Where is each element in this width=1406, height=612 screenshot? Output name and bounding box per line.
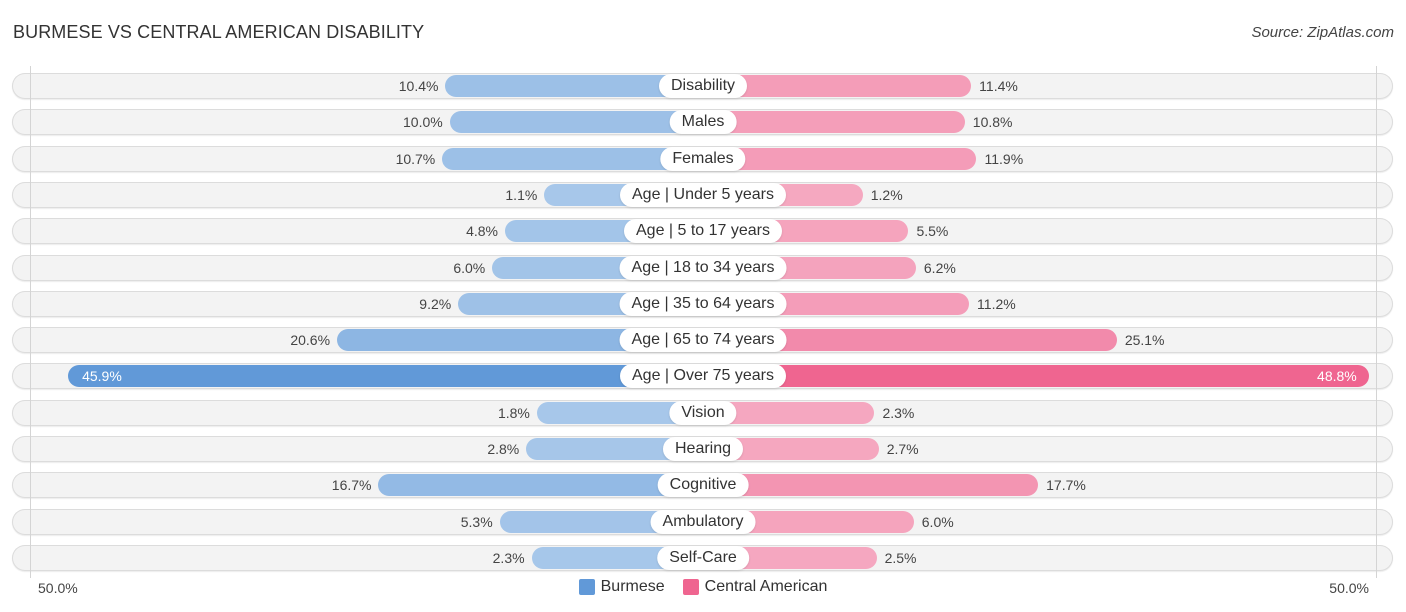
category-label: Self-Care <box>657 545 749 570</box>
legend-swatch-burmese <box>578 579 595 595</box>
bar-burmese[interactable] <box>449 111 703 134</box>
bar-central-american[interactable] <box>703 365 1369 388</box>
value-label-burmese: 20.6% <box>290 332 331 349</box>
legend-label-central-american: Central American <box>704 578 828 595</box>
value-label-central-american: 6.2% <box>923 259 956 276</box>
chart-area: Disability 10.4% 11.4% Males 10.0% 10.8% Femal… <box>0 0 1406 612</box>
value-label-central-american: 11.2% <box>977 295 1016 312</box>
category-label: Age | 5 to 17 years <box>623 219 783 244</box>
value-label-burmese: 10.0% <box>403 114 443 131</box>
bar-burmese[interactable] <box>378 474 703 497</box>
right-gridline <box>1376 66 1377 578</box>
value-label-central-american: 6.0% <box>921 513 954 530</box>
bar-central-american[interactable] <box>703 474 1039 497</box>
category-label: Cognitive <box>657 473 749 498</box>
value-label-central-american: 48.8% <box>1317 368 1357 385</box>
category-label: Hearing <box>662 437 744 461</box>
category-label: Age | 65 to 74 years <box>619 328 787 353</box>
value-label-central-american: 2.7% <box>886 441 919 457</box>
category-label: Ambulatory <box>650 509 756 534</box>
category-label: Vision <box>669 400 737 425</box>
value-label-central-american: 2.3% <box>882 404 915 421</box>
value-label-burmese: 1.1% <box>505 186 538 203</box>
category-label: Females <box>660 146 746 171</box>
value-label-central-american: 1.2% <box>870 186 903 203</box>
value-label-burmese: 1.8% <box>497 404 530 421</box>
legend-label-burmese: Burmese <box>600 578 665 595</box>
value-label-burmese: 9.2% <box>419 295 452 312</box>
value-label-burmese: 6.0% <box>453 259 486 276</box>
value-label-burmese: 4.8% <box>466 223 498 240</box>
value-label-burmese: 16.7% <box>331 477 372 494</box>
legend: Burmese Central American <box>0 578 1406 596</box>
bar-central-american[interactable] <box>703 111 965 134</box>
value-label-central-american: 10.8% <box>972 114 1013 131</box>
category-label: Age | 18 to 34 years <box>619 255 787 280</box>
value-label-burmese: 2.8% <box>487 441 520 457</box>
legend-swatch-central-american <box>682 579 699 595</box>
legend-item-central-american[interactable]: Central American <box>682 578 828 596</box>
value-label-central-american: 2.5% <box>884 549 917 566</box>
category-label: Males <box>669 110 737 135</box>
value-label-central-american: 11.9% <box>984 150 1024 167</box>
value-label-central-american: 11.4% <box>979 78 1018 94</box>
category-label: Age | Under 5 years <box>619 182 787 207</box>
category-label: Age | 35 to 64 years <box>619 291 787 316</box>
left-gridline <box>30 66 31 578</box>
value-label-central-american: 25.1% <box>1124 332 1165 349</box>
value-label-burmese: 5.3% <box>460 513 493 530</box>
category-label: Disability <box>658 74 748 98</box>
value-label-burmese: 45.9% <box>82 368 122 385</box>
category-label: Age | Over 75 years <box>620 364 786 389</box>
value-label-burmese: 10.7% <box>395 150 436 167</box>
value-label-burmese: 2.3% <box>492 549 525 566</box>
value-label-central-american: 17.7% <box>1046 477 1086 494</box>
bar-burmese[interactable] <box>68 365 703 388</box>
legend-item-burmese[interactable]: Burmese <box>578 578 665 596</box>
value-label-central-american: 5.5% <box>916 223 949 240</box>
value-label-burmese: 10.4% <box>398 78 439 94</box>
